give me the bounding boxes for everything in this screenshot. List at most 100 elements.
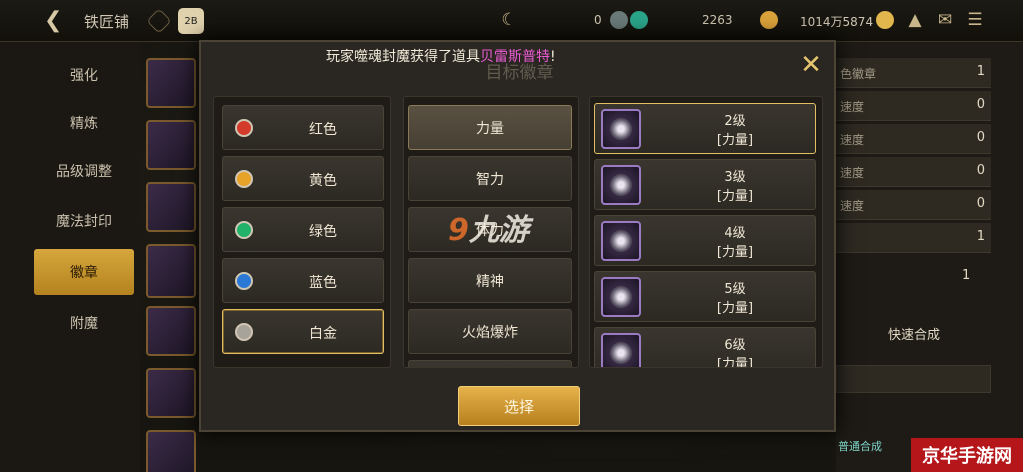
- notice-text: 玩家噬魂封魔获得了道具: [326, 49, 480, 65]
- right-row[interactable]: 速度 0: [836, 190, 991, 220]
- yellow-dot-icon: [235, 170, 253, 188]
- badge-level: 5级: [724, 282, 746, 297]
- stat-option-intelligence[interactable]: 智力: [408, 156, 572, 201]
- color-option-red[interactable]: 红色: [222, 105, 384, 150]
- color-label: 白金: [309, 326, 337, 342]
- row-label: 速度: [840, 199, 865, 213]
- sidebar: 强化 精炼 品级调整 魔法封印 徽章 附魔: [0, 42, 140, 472]
- stat-option-strength[interactable]: 力量: [408, 105, 572, 150]
- row-value: 1: [976, 229, 985, 244]
- system-notice: 玩家噬魂封魔获得了道具贝雷斯普特!: [326, 46, 556, 66]
- row-value: 0: [976, 163, 985, 178]
- row-value: 0: [976, 130, 985, 145]
- badge-icon: [601, 333, 641, 367]
- brand-watermark: 9九游: [448, 213, 529, 248]
- badge-stat: [力量]: [716, 301, 754, 316]
- currency-value-2: 2263: [702, 13, 733, 27]
- badge-level: 4级: [724, 226, 746, 241]
- count-value: 1: [962, 268, 971, 283]
- gold-icon: [876, 11, 894, 29]
- normal-synth-button[interactable]: 普通合成: [838, 438, 882, 454]
- sidebar-item-seal[interactable]: 魔法封印: [34, 198, 134, 244]
- color-label: 黄色: [309, 173, 337, 189]
- row-value: 0: [976, 97, 985, 112]
- item-thumb[interactable]: [146, 120, 196, 170]
- color-option-yellow[interactable]: 黄色: [222, 156, 384, 201]
- row-label: 速度: [840, 100, 865, 114]
- top-bar: ❮ 铁匠铺 2B ☾ 0 2263 1014万5874 ▲ ✉ ☰: [0, 0, 1023, 42]
- treasure-icon[interactable]: ▲: [902, 9, 928, 31]
- mail-icon[interactable]: ✉: [932, 9, 958, 31]
- color-label: 红色: [309, 122, 337, 138]
- color-option-green[interactable]: 绿色: [222, 207, 384, 252]
- color-label: 绿色: [309, 224, 337, 240]
- item-thumb[interactable]: [146, 182, 196, 232]
- badge-level: 3级: [724, 170, 746, 185]
- badge-icon: [601, 165, 641, 205]
- green-gem-icon: [630, 11, 648, 29]
- stat-option-flame-burst[interactable]: 火焰爆炸: [408, 309, 572, 354]
- quick-synth-button[interactable]: 快速合成: [888, 324, 940, 343]
- badge-stat: [力量]: [716, 245, 754, 260]
- sidebar-item-strengthen[interactable]: 强化: [34, 52, 134, 98]
- badge-level: 2级: [724, 114, 746, 129]
- row-label: 速度: [840, 133, 865, 147]
- screen: ❮ 铁匠铺 2B ☾ 0 2263 1014万5874 ▲ ✉ ☰ 强化 精炼 …: [0, 0, 1023, 472]
- right-row[interactable]: 速度 0: [836, 124, 991, 154]
- badge-stat: [力量]: [716, 189, 754, 204]
- sidebar-item-enchant[interactable]: 附魔: [34, 300, 134, 346]
- badge-option[interactable]: 6级 [力量]: [594, 327, 816, 368]
- badge-level: 6级: [724, 338, 746, 353]
- badge-option[interactable]: 3级 [力量]: [594, 159, 816, 210]
- right-row[interactable]: 1: [836, 223, 991, 253]
- notice-item: 贝雷斯普特: [480, 49, 550, 65]
- blue-dot-icon: [235, 272, 253, 290]
- badge-shop-icon[interactable]: 2B: [178, 8, 204, 34]
- item-thumbnails: [140, 42, 200, 472]
- right-row[interactable]: 速度 0: [836, 91, 991, 121]
- platinum-dot-icon: [235, 323, 253, 341]
- sidebar-item-grade[interactable]: 品级调整: [34, 148, 134, 194]
- badge-list: 2级 [力量] 3级 [力量] 4级 [力量] 5级 [力量] 6级 [力量]: [589, 96, 823, 368]
- color-list: 红色 黄色 绿色 蓝色 白金: [213, 96, 391, 368]
- color-option-blue[interactable]: 蓝色: [222, 258, 384, 303]
- badge-stat: [力量]: [716, 357, 754, 368]
- row-value: 1: [976, 64, 985, 79]
- back-arrow-icon[interactable]: ❮: [44, 7, 72, 35]
- gold-coin-icon: [760, 11, 778, 29]
- item-thumb[interactable]: [146, 58, 196, 108]
- crescent-icon: ☾: [501, 10, 517, 30]
- sidebar-item-refine[interactable]: 精炼: [34, 100, 134, 146]
- item-thumb[interactable]: [146, 306, 196, 356]
- row-label: 速度: [840, 166, 865, 180]
- dropdown-row[interactable]: [836, 365, 991, 393]
- close-icon[interactable]: ✕: [796, 50, 826, 80]
- right-row[interactable]: 色徽章 1: [836, 58, 991, 88]
- badge-icon: [601, 109, 641, 149]
- stat-option-spirit[interactable]: 精神: [408, 258, 572, 303]
- gem-icon: [610, 11, 628, 29]
- badge-option[interactable]: 4级 [力量]: [594, 215, 816, 266]
- diamond-icon[interactable]: [146, 8, 172, 34]
- badge-stat: [力量]: [716, 133, 754, 148]
- currency-value-1: 0: [594, 13, 602, 27]
- badge-icon: [601, 221, 641, 261]
- badge-option[interactable]: 2级 [力量]: [594, 103, 816, 154]
- menu-icon[interactable]: ☰: [962, 9, 988, 31]
- item-thumb[interactable]: [146, 244, 196, 298]
- sidebar-item-badge[interactable]: 徽章: [34, 249, 134, 295]
- badge-option[interactable]: 5级 [力量]: [594, 271, 816, 322]
- row-value: 0: [976, 196, 985, 211]
- item-thumb[interactable]: [146, 430, 196, 472]
- select-button[interactable]: 选择: [458, 386, 580, 426]
- row-label: 色徽章: [840, 67, 877, 81]
- brand-text: 九游: [468, 213, 529, 248]
- right-row[interactable]: 速度 0: [836, 157, 991, 187]
- red-dot-icon: [235, 119, 253, 137]
- page-title: 铁匠铺: [84, 13, 130, 31]
- color-option-platinum[interactable]: 白金: [222, 309, 384, 354]
- notice-suffix: !: [550, 49, 556, 65]
- item-thumb[interactable]: [146, 368, 196, 418]
- stat-option-more[interactable]: [408, 360, 572, 367]
- currency-value-3: 1014万5874: [800, 15, 874, 29]
